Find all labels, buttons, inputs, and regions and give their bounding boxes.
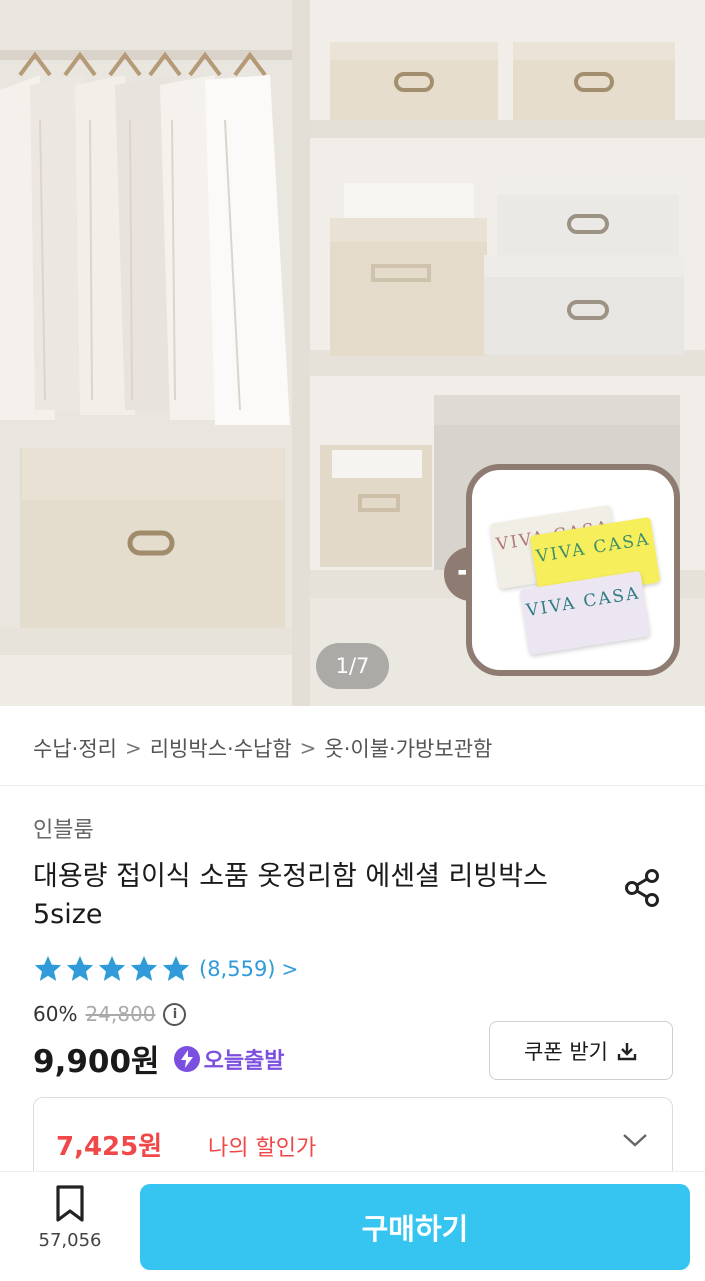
download-icon [617,1042,637,1060]
chevron-down-icon[interactable] [622,1132,648,1148]
delivery-label: 오늘출발 [203,1048,285,1074]
info-icon[interactable]: i [163,1002,187,1026]
section-divider [0,785,705,786]
coupon-download-button[interactable]: 쿠폰 받기 [489,1021,673,1080]
lightning-icon [173,1045,200,1072]
my-discount-price: 7,425원 [56,1132,163,1162]
bookmark-button[interactable]: 57,056 [36,1184,104,1270]
bottom-action-bar: 57,056 구매하기 [0,1171,705,1281]
breadcrumb-item-clothes-storage[interactable]: 옷·이불·가방보관함 [324,733,492,763]
coupon-button-label: 쿠폰 받기 [524,1039,608,1064]
brand-name[interactable]: 인블룸 [33,812,94,844]
breadcrumb-item-living-box[interactable]: 리빙박스·수납함 [150,733,292,763]
breadcrumb-chevron-icon: > [299,736,317,760]
today-delivery-badge: 오늘출발 [173,1043,285,1075]
rating-row[interactable]: (8,559) > [33,954,298,984]
bookmark-count: 57,056 [38,1230,102,1251]
star-icon [130,955,158,981]
product-image-carousel[interactable]: + VIVA CASA VIVA CASA VIVA CASA 1/7 [0,0,705,706]
star-icon [34,955,62,981]
image-page-indicator: 1/7 [316,643,389,689]
share-icon[interactable] [622,868,662,908]
original-price: 24,800 [85,1002,156,1026]
star-icon [98,955,126,981]
breadcrumb-item-storage[interactable]: 수납·정리 [33,733,117,763]
rating-stars [33,954,191,984]
product-title: 대용량 접이식 소품 옷정리함 에센셜 리빙박스 5size [33,861,548,930]
review-count[interactable]: (8,559) [199,957,276,981]
discount-percent: 60% [33,1002,78,1026]
chevron-right-icon: > [281,957,299,981]
gift-soap-bubble: VIVA CASA VIVA CASA VIVA CASA [466,464,680,676]
breadcrumb: 수납·정리 > 리빙박스·수납함 > 옷·이불·가방보관함 [33,730,492,766]
star-icon [66,955,94,981]
sale-price: 9,900원 [33,1044,160,1080]
buy-button[interactable]: 구매하기 [140,1184,690,1270]
star-icon [162,955,190,981]
price-row: 9,900원 오늘출발 [33,1036,285,1081]
bookmark-icon [56,1185,84,1222]
price-discount-row: 60% 24,800 i [33,1002,187,1026]
breadcrumb-chevron-icon: > [124,736,142,760]
my-discount-label: 나의 할인가 [208,1136,317,1161]
